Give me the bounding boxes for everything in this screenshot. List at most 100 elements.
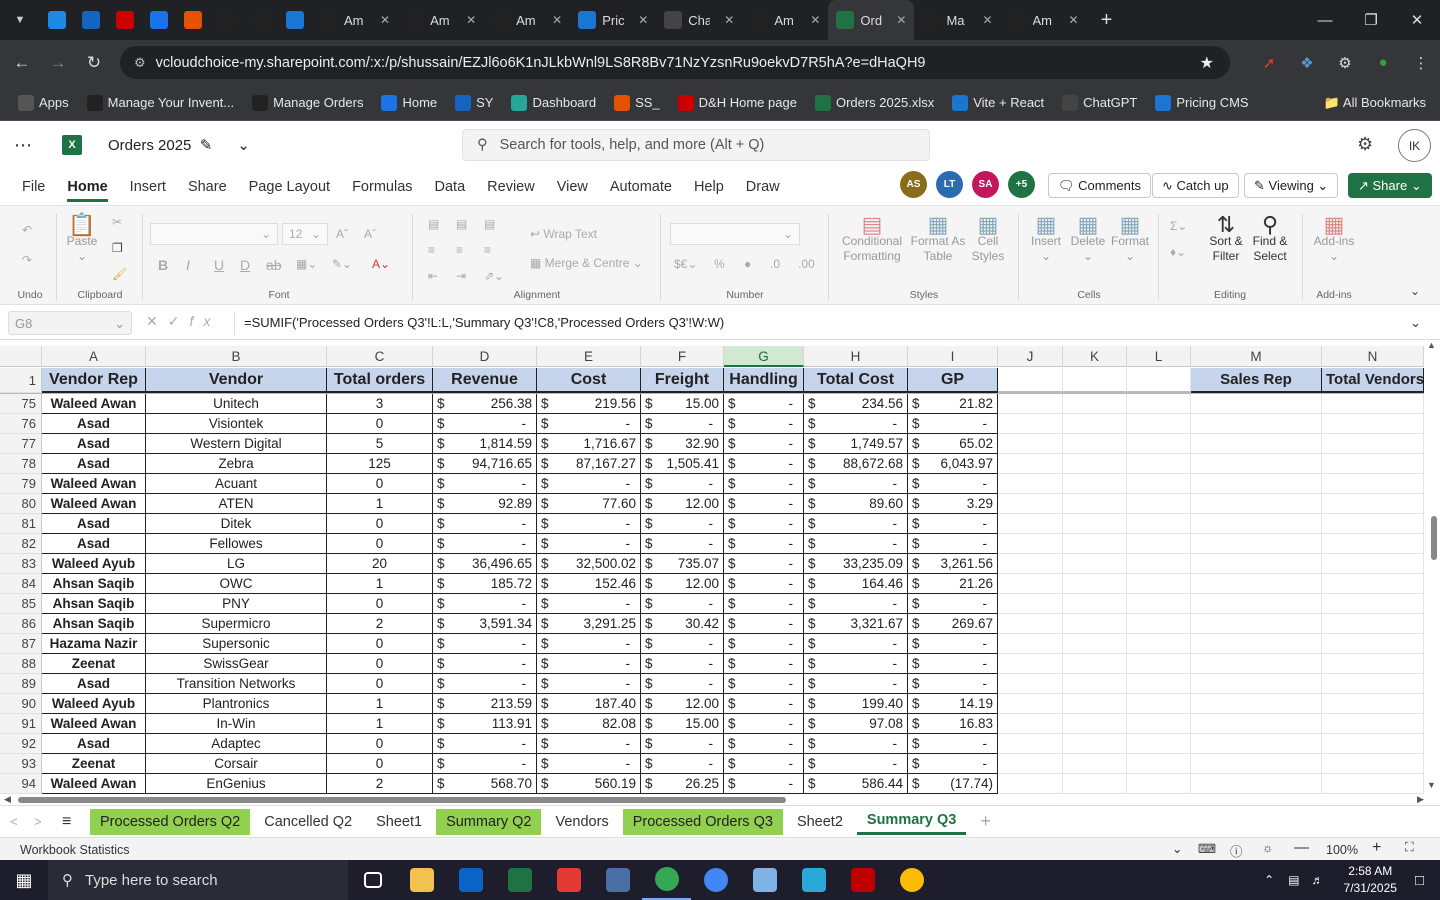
scroll-left-icon[interactable]: ◀ [4, 794, 11, 805]
next-sheet-icon[interactable]: > [34, 814, 62, 829]
increase-decimal-icon[interactable]: .0 [770, 257, 780, 271]
total-cost-cell[interactable]: $1,749.57 [804, 434, 908, 454]
vendor-rep-cell[interactable]: Asad [42, 414, 146, 434]
gp-cell[interactable]: $ - [908, 514, 998, 534]
empty-cell[interactable] [1127, 594, 1191, 614]
network-icon[interactable]: ▤ [1288, 873, 1299, 887]
browser-tab[interactable] [74, 0, 108, 40]
taskbar-app[interactable] [397, 860, 446, 900]
vendor-cell[interactable]: PNY [146, 594, 327, 614]
sheet-tab[interactable]: Sheet1 [366, 809, 432, 835]
close-tab-icon[interactable]: ✕ [638, 13, 648, 27]
freight-cell[interactable]: $1,505.41 [641, 454, 724, 474]
bookmark-item[interactable]: Apps [18, 94, 69, 111]
bookmark-item[interactable]: SS_ [614, 94, 660, 111]
empty-cell[interactable] [1191, 594, 1322, 614]
revenue-cell[interactable]: $185.72 [433, 574, 537, 594]
handling-cell[interactable]: $ - [724, 534, 804, 554]
empty-cell[interactable] [1191, 714, 1322, 734]
empty-cell[interactable] [1322, 454, 1424, 474]
horizontal-scroll-thumb[interactable] [18, 797, 786, 803]
browser-tab[interactable] [108, 0, 142, 40]
freight-cell[interactable]: $12.00 [641, 574, 724, 594]
share-button[interactable]: ↗ Share ⌄ [1348, 173, 1432, 198]
total-cost-cell[interactable]: $ - [804, 734, 908, 754]
empty-cell[interactable] [1063, 454, 1127, 474]
empty-cell[interactable] [998, 434, 1063, 454]
redo-icon[interactable]: ↷ [22, 253, 32, 267]
handling-cell[interactable]: $ - [724, 394, 804, 414]
scroll-down-icon[interactable]: ▼ [1427, 780, 1436, 790]
add-sheet-icon[interactable]: + [980, 811, 991, 832]
cost-cell[interactable]: $82.08 [537, 714, 641, 734]
total-orders-cell[interactable]: 1 [327, 694, 433, 714]
row-header[interactable]: 1 [0, 368, 42, 393]
gp-cell[interactable]: $ - [908, 534, 998, 554]
total-orders-cell[interactable]: 0 [327, 534, 433, 554]
total-cost-cell[interactable]: $3,321.67 [804, 614, 908, 634]
cost-cell[interactable]: $ - [537, 634, 641, 654]
insert-cells-button[interactable]: ▦ Insert ⌄ [1024, 214, 1068, 264]
cost-cell[interactable]: $ - [537, 734, 641, 754]
revenue-cell[interactable]: $ - [433, 754, 537, 774]
site-info-icon[interactable]: ⚙ [134, 55, 146, 71]
total-orders-cell[interactable]: 2 [327, 614, 433, 634]
browser-tab[interactable]: Am ✕ [312, 0, 398, 40]
zoom-in-icon[interactable]: + [1372, 839, 1381, 857]
empty-cell[interactable] [1063, 434, 1127, 454]
settings-gear-icon[interactable]: ⚙ [1357, 134, 1373, 155]
gp-cell[interactable]: $6,043.97 [908, 454, 998, 474]
menu-tab-view[interactable]: View [557, 179, 588, 195]
empty-cell[interactable] [1063, 674, 1127, 694]
reload-icon[interactable]: ↻ [76, 53, 112, 73]
empty-cell[interactable] [998, 514, 1063, 534]
empty-cell[interactable] [998, 594, 1063, 614]
vendor-cell[interactable]: Acuant [146, 474, 327, 494]
menu-tab-share[interactable]: Share [188, 179, 227, 195]
empty-cell[interactable] [998, 534, 1063, 554]
empty-cell[interactable] [1127, 694, 1191, 714]
handling-cell[interactable]: $ - [724, 654, 804, 674]
copy-icon[interactable]: ❐ [112, 241, 123, 255]
browser-tab[interactable]: Ma ✕ [914, 0, 1000, 40]
taskbar-app[interactable] [446, 860, 495, 900]
vendor-rep-cell[interactable]: Asad [42, 734, 146, 754]
empty-cell[interactable] [1063, 714, 1127, 734]
bookmark-item[interactable]: Home [381, 94, 437, 111]
column-header-b[interactable]: B [146, 346, 327, 367]
taskbar-app[interactable] [740, 860, 789, 900]
revenue-cell[interactable]: $568.70 [433, 774, 537, 794]
freight-cell[interactable]: $32.90 [641, 434, 724, 454]
orientation-icon[interactable]: ⇗⌄ [484, 269, 504, 283]
gp-cell[interactable]: $3.29 [908, 494, 998, 514]
row-header[interactable]: 79 [0, 474, 42, 494]
column-header-h[interactable]: H [804, 346, 908, 367]
increase-indent-icon[interactable]: ⇥ [456, 269, 466, 283]
extension-icon[interactable]: ❖ [1288, 54, 1326, 72]
vendor-cell[interactable]: Supermicro [146, 614, 327, 634]
align-top-icon[interactable]: ▤ [428, 217, 439, 231]
browser-tab[interactable] [176, 0, 210, 40]
empty-cell[interactable] [1322, 554, 1424, 574]
freight-cell[interactable]: $15.00 [641, 394, 724, 414]
vendor-cell[interactable]: Ditek [146, 514, 327, 534]
header-cell[interactable]: Handling [724, 368, 804, 393]
empty-cell[interactable] [1322, 614, 1424, 634]
total-cost-cell[interactable]: $89.60 [804, 494, 908, 514]
more-menu-icon[interactable]: ⋮ [1402, 54, 1440, 72]
row-header[interactable]: 84 [0, 574, 42, 594]
cost-cell[interactable]: $ - [537, 594, 641, 614]
row-header[interactable]: 83 [0, 554, 42, 574]
empty-cell[interactable] [1191, 694, 1322, 714]
column-header-g[interactable]: G [724, 346, 804, 367]
gp-cell[interactable]: $ - [908, 594, 998, 614]
empty-cell[interactable] [1063, 394, 1127, 414]
empty-cell[interactable] [1063, 614, 1127, 634]
revenue-cell[interactable]: $94,716.65 [433, 454, 537, 474]
handling-cell[interactable]: $ - [724, 694, 804, 714]
empty-cell[interactable] [1191, 754, 1322, 774]
column-header-l[interactable]: L [1127, 346, 1191, 367]
empty-cell[interactable] [1191, 734, 1322, 754]
handling-cell[interactable]: $ - [724, 454, 804, 474]
empty-cell[interactable] [1191, 514, 1322, 534]
